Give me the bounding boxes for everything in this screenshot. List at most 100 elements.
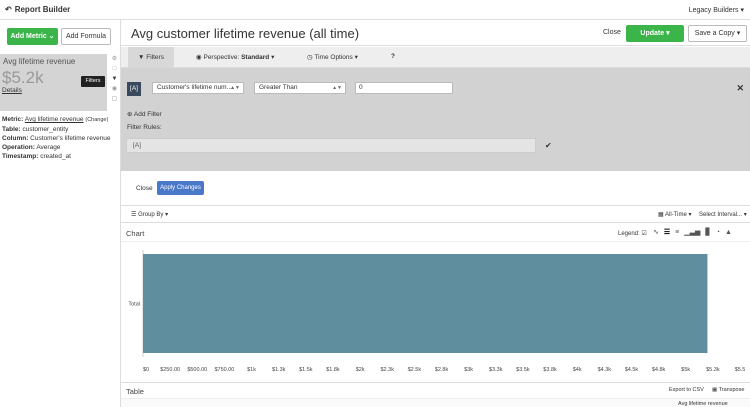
eye-icon[interactable]: ◉ (108, 84, 121, 94)
chevron-down-icon: ▾ (354, 54, 358, 61)
tab-perspective[interactable]: ◉ Perspective: Standard ▾ (196, 53, 274, 61)
column-chart-icon[interactable]: ▁▃▅ (684, 228, 700, 236)
tab-perspective-key: Perspective: (203, 54, 240, 61)
report-tabs: ▼ Filters ◉ Perspective: Standard ▾ ◷ Ti… (121, 47, 750, 68)
metric-tools: ⚙ □ ▼ ◉ ▢ (108, 54, 121, 112)
tab-time-options[interactable]: ◷ Time Options ▾ (307, 53, 358, 61)
meta-column-value: Customer's lifetime revenue (30, 135, 111, 142)
filter-icon[interactable]: ▼ (108, 74, 121, 84)
table-header: Table Export to CSV ▦ Transpose Avg life… (121, 382, 750, 407)
pie-chart-icon[interactable]: ◔ (716, 229, 720, 236)
meta-table-value: customer_entity (22, 126, 69, 133)
x-tick-label: $250.00 (160, 367, 180, 373)
clock-icon: ◷ (307, 54, 313, 61)
time-range-dropdown[interactable]: ▦ All-Time ▾ (658, 211, 691, 218)
save-copy-label: Save a Copy (694, 30, 735, 37)
meta-operation-value: Average (36, 144, 61, 151)
chevron-down-icon: ⌄ (48, 33, 55, 40)
chevron-down-icon: ▾ (666, 30, 670, 37)
plus-circle-icon: ⊕ (127, 111, 133, 118)
area-chart-icon[interactable]: ▲ (725, 229, 732, 236)
group-by-dropdown[interactable]: ☰ Group By ▾ (131, 211, 168, 218)
close-report-link[interactable]: Close (603, 29, 621, 36)
stacked-bar-icon[interactable]: ≡ (675, 229, 679, 236)
filter-rules-input[interactable]: [A] (126, 138, 536, 153)
transpose-button[interactable]: ▦ Transpose (712, 387, 744, 393)
filter-icon: ▼ (138, 54, 145, 61)
change-metric-link[interactable]: (Change) (85, 117, 108, 123)
apply-changes-button[interactable]: Apply Changes (157, 181, 204, 195)
close-icon[interactable]: ✕ (736, 83, 744, 94)
stacked-column-icon[interactable]: ▊ (705, 228, 710, 236)
chart-type-icons: ∿ ☰ ≡ ▁▃▅ ▊ ◔ ▲ (648, 228, 732, 236)
add-filter-button[interactable]: ⊕ Add Filter (127, 110, 162, 118)
x-tick-label: $4k (573, 367, 582, 373)
x-tick-label: $1.8k (326, 367, 340, 373)
eye-icon: ◉ (196, 54, 202, 61)
x-tick-label: $4.5k (625, 367, 639, 373)
x-tick-label: $5k (681, 367, 690, 373)
tab-perspective-value: Standard (241, 54, 270, 61)
category-label: Total (128, 302, 140, 308)
meta-metric-value[interactable]: Avg lifetime revenue (25, 116, 84, 123)
filter-operator-select[interactable]: Greater Than ▲▼ (254, 82, 346, 94)
x-tick-label: $0 (143, 367, 149, 373)
report-header: Avg customer lifetime revenue (all time)… (121, 20, 750, 46)
account-label: Legacy Builders (688, 7, 739, 14)
add-metric-button[interactable]: Add Metric ⌄ (7, 28, 58, 45)
chevron-down-icon: ▾ (743, 212, 747, 218)
save-copy-button[interactable]: Save a Copy ▾ (688, 25, 747, 42)
filter-tag: [A] (127, 82, 141, 96)
meta-table-key: Table: (2, 126, 21, 133)
add-filter-label: Add Filter (133, 111, 162, 118)
x-tick-label: $1.5k (299, 367, 313, 373)
filter-field-select[interactable]: Customer's lifetime num... ▲▼ (152, 82, 244, 94)
filter-value-input[interactable]: 0 (355, 82, 453, 94)
chart-bar-total[interactable] (143, 254, 708, 353)
interval-dropdown[interactable]: Select Interval... ▾ (699, 211, 747, 218)
chart-header: Chart Legend: ☑ ∿ ☰ ≡ ▁▃▅ ▊ ◔ ▲ (121, 224, 750, 242)
line-chart-icon[interactable]: ∿ (653, 228, 659, 236)
x-tick-label: $3.8k (543, 367, 557, 373)
tab-filters[interactable]: ▼ Filters (128, 47, 174, 68)
chevron-down-icon: ▲▼ (332, 85, 342, 91)
chevron-down-icon: ▾ (165, 212, 169, 218)
update-button[interactable]: Update ▾ (626, 25, 684, 42)
back-to-report-builder-link[interactable]: ↶ Report Builder (5, 5, 70, 14)
table-title: Table (126, 387, 144, 396)
chart-title: Chart (126, 229, 145, 238)
time-range-label: All-Time (665, 212, 687, 218)
meta-timestamp-key: Timestamp: (2, 153, 39, 160)
x-tick-label: $1.3k (272, 367, 286, 373)
calendar-icon: ▦ (658, 212, 664, 218)
bar-horizontal-icon[interactable]: ☰ (664, 228, 670, 236)
copy-icon[interactable]: □ (108, 64, 121, 74)
meta-operation-key: Operation: (2, 144, 35, 151)
delete-icon[interactable]: ▢ (108, 94, 121, 104)
table-column-header-row: Avg lifetime revenue (121, 398, 750, 407)
metric-card-value: $5.2k (2, 68, 44, 87)
table-column-header[interactable]: Avg lifetime revenue (678, 401, 728, 407)
tab-filters-label: Filters (146, 54, 164, 61)
gear-icon[interactable]: ⚙ (108, 54, 121, 64)
x-tick-label: $750.00 (214, 367, 234, 373)
metric-details-link[interactable]: Details (2, 87, 22, 94)
chart-area: Total $0 $250.00 $500.00 $750.00 $1k $1.3k $1.5… (121, 242, 750, 382)
account-menu[interactable]: Legacy Builders ▾ (689, 6, 744, 14)
legend-toggle[interactable]: Legend: ☑ (618, 230, 647, 237)
x-tick-label: $2.8k (435, 367, 449, 373)
x-tick-label: $3.3k (489, 367, 503, 373)
grid-icon: ▦ (712, 387, 718, 393)
x-tick-label: $1k (247, 367, 256, 373)
chevron-down-icon: ▾ (736, 30, 741, 37)
help-button[interactable]: ? (391, 53, 395, 60)
meta-metric: Metric: Avg lifetime revenue (Change) (2, 116, 108, 123)
check-icon[interactable]: ✔ (545, 141, 552, 150)
add-formula-button[interactable]: Add Formula (61, 28, 111, 45)
update-label: Update (640, 30, 665, 37)
meta-column: Column: Customer's lifetime revenue (2, 135, 111, 142)
close-filters-link[interactable]: Close (136, 185, 153, 192)
export-csv-link[interactable]: Export to CSV (669, 387, 704, 393)
x-tick-label: $5.5 (735, 367, 746, 373)
filter-actions: Close Apply Changes (121, 171, 750, 206)
